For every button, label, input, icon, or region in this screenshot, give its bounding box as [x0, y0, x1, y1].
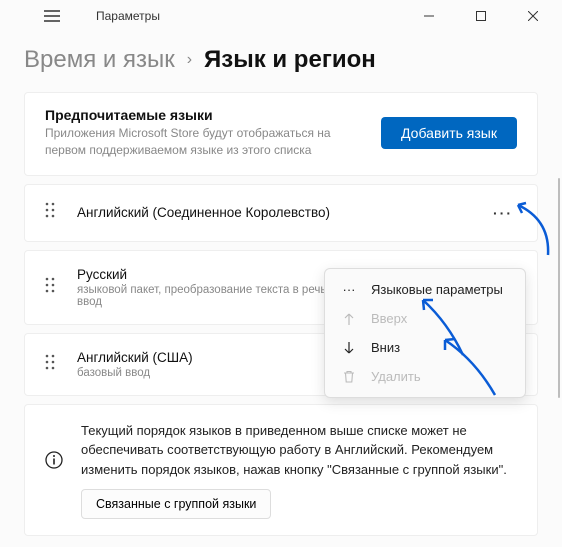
menu-label: Языковые параметры — [371, 282, 503, 297]
close-button[interactable] — [512, 2, 554, 30]
preferred-languages-header: Предпочитаемые языки Приложения Microsof… — [24, 92, 538, 176]
menu-item-options[interactable]: ··· Языковые параметры — [325, 275, 525, 304]
breadcrumb-current: Язык и регион — [204, 46, 376, 74]
title-bar: Параметры — [0, 0, 562, 32]
breadcrumb-parent[interactable]: Время и язык — [24, 46, 175, 74]
menu-item-delete: Удалить — [325, 362, 525, 391]
language-name: Английский (Соединенное Королевство) — [77, 205, 489, 220]
chevron-right-icon: › — [187, 51, 192, 69]
maximize-button[interactable] — [460, 2, 502, 30]
minimize-button[interactable] — [408, 2, 450, 30]
arrow-up-icon — [341, 312, 357, 326]
menu-label: Вниз — [371, 340, 400, 355]
menu-item-up: Вверх — [325, 304, 525, 333]
more-icon: ··· — [341, 282, 357, 297]
add-language-button[interactable]: Добавить язык — [381, 117, 517, 149]
language-order-notice: Текущий порядок языков в приведенном выш… — [24, 404, 538, 537]
preferred-subtitle: Приложения Microsoft Store будут отображ… — [45, 125, 345, 159]
info-icon — [45, 451, 63, 474]
menu-label: Удалить — [371, 369, 421, 384]
menu-item-down[interactable]: Вниз — [325, 333, 525, 362]
breadcrumb: Время и язык › Язык и регион — [24, 46, 538, 74]
notice-text: Текущий порядок языков в приведенном выш… — [81, 421, 517, 480]
drag-handle-icon[interactable] — [45, 354, 55, 375]
drag-handle-icon[interactable] — [45, 202, 55, 223]
preferred-title: Предпочитаемые языки — [45, 107, 381, 123]
window-title: Параметры — [96, 9, 160, 23]
more-icon[interactable]: ··· — [489, 201, 517, 225]
drag-handle-icon[interactable] — [45, 277, 55, 298]
menu-label: Вверх — [371, 311, 407, 326]
menu-icon[interactable] — [32, 10, 72, 22]
group-languages-button[interactable]: Связанные с группой языки — [81, 489, 271, 519]
arrow-down-icon — [341, 341, 357, 355]
window-controls — [408, 2, 554, 30]
trash-icon — [341, 370, 357, 384]
scrollbar[interactable] — [558, 178, 560, 398]
language-row-en-uk[interactable]: Английский (Соединенное Королевство) ··· — [24, 184, 538, 242]
language-context-menu: ··· Языковые параметры Вверх Вниз Удалит… — [324, 268, 526, 398]
